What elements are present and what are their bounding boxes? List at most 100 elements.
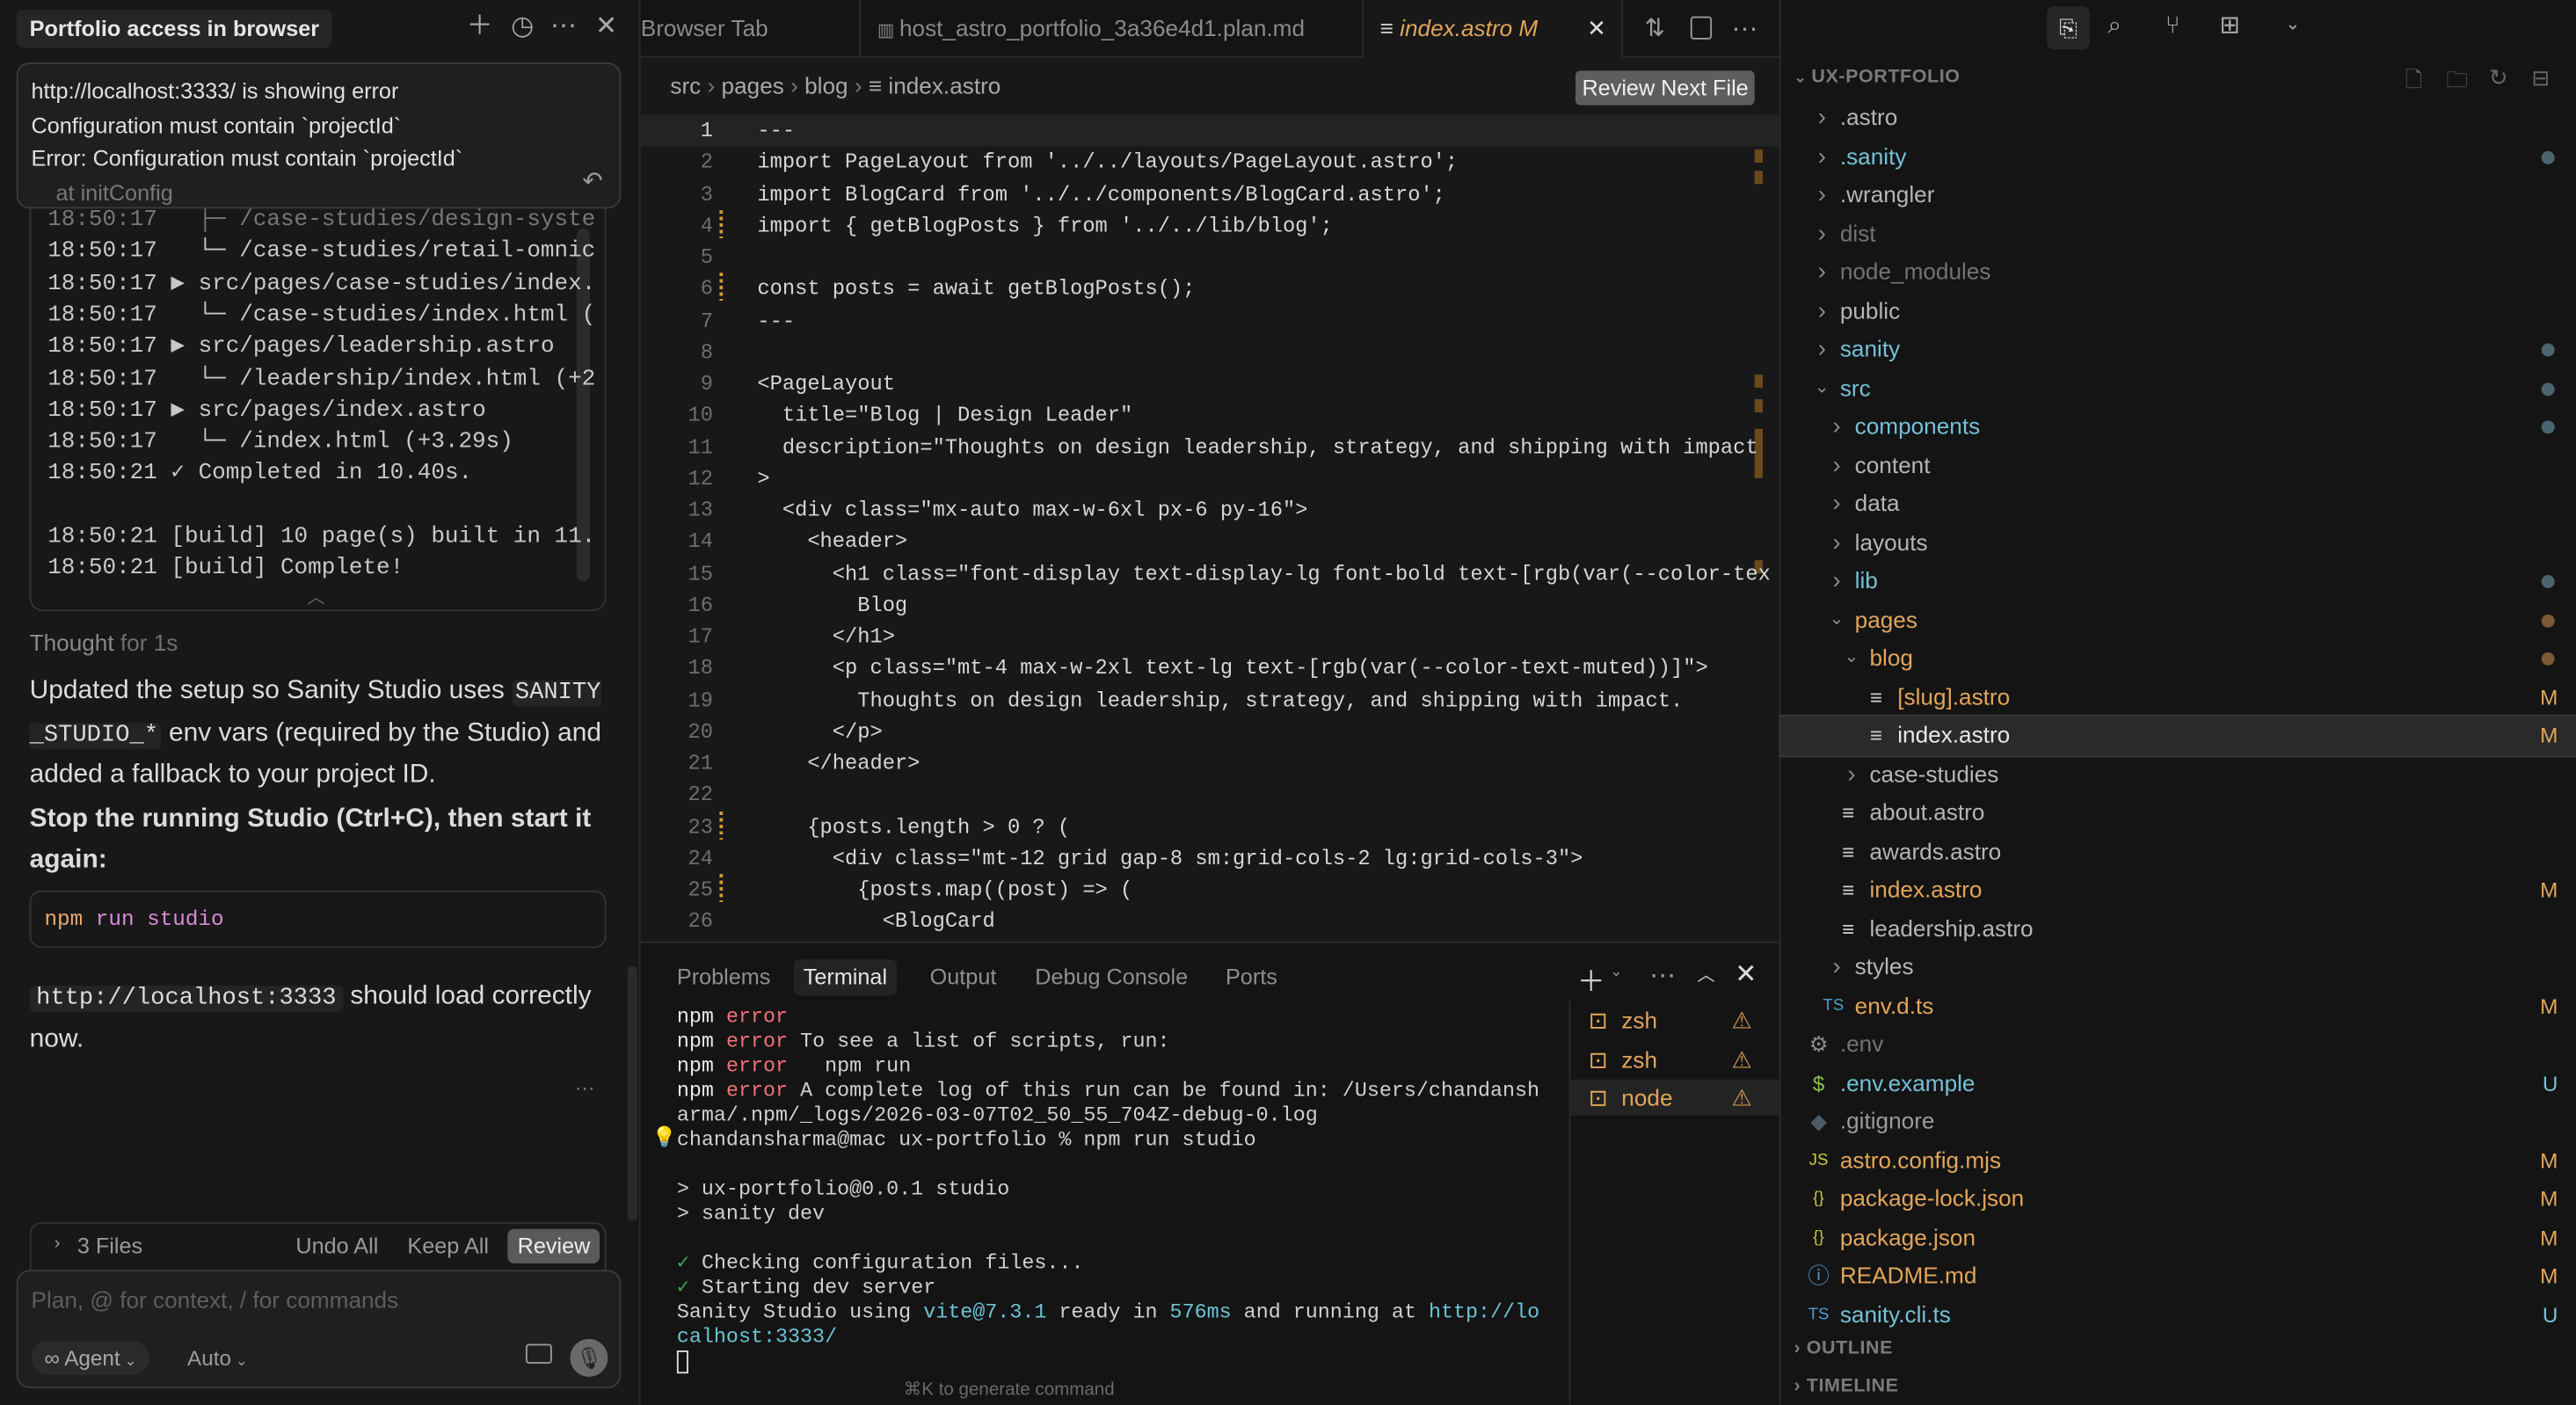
review-next-file-button[interactable]: Review Next File <box>1575 70 1756 106</box>
line-number: 24 <box>688 845 713 870</box>
collapse-chevron-icon[interactable]: ︿ <box>307 583 325 609</box>
explorer-root-header[interactable]: ⌄ UX-PORTFOLIO <box>1794 68 1961 87</box>
close-panel-icon[interactable]: ✕ <box>1735 957 1757 990</box>
file-tree-item[interactable]: TS sanity.cli.ts U <box>1781 1295 2576 1334</box>
file-tree-item[interactable]: › node_modules <box>1781 253 2576 292</box>
code-text: </h1> <box>757 624 895 650</box>
file-tree-item[interactable]: ≡ awards.astro <box>1781 832 2576 870</box>
files-count[interactable]: 3 Files <box>77 1234 142 1258</box>
maximize-panel-icon[interactable]: ︿ <box>1697 961 1715 987</box>
close-icon[interactable]: ✕ <box>592 13 622 43</box>
more-actions-icon[interactable]: ⋯ <box>1732 13 1758 46</box>
line-number: 21 <box>688 750 713 775</box>
new-terminal-icon[interactable]: ＋ <box>1577 957 1605 999</box>
code-block[interactable]: npm run studio <box>29 890 607 949</box>
revert-icon[interactable]: ↶ <box>582 166 603 200</box>
code-line: 5 <box>641 242 1779 273</box>
files-icon[interactable]: ⎘ <box>2047 6 2090 50</box>
tab-output[interactable]: Output <box>920 959 1006 995</box>
file-tree-item[interactable]: › sanity <box>1781 331 2576 369</box>
terminal-instance[interactable]: ⊡ zsh ⚠ <box>1570 1041 1780 1077</box>
file-tree-item[interactable]: › styles <box>1781 948 2576 986</box>
file-tree-item[interactable]: › components <box>1781 407 2576 446</box>
tab-index-astro[interactable]: ≡ index.astro M ✕ <box>1363 0 1624 60</box>
close-tab-icon[interactable]: ✕ <box>1587 0 1606 57</box>
file-tree-item[interactable]: ≡ leadership.astro <box>1781 909 2576 948</box>
tab-plan-md[interactable]: ▥ host_astro_portfolio_3a36e4d1.plan.md <box>861 0 1364 58</box>
search-icon[interactable]: ⌕ <box>2107 11 2121 40</box>
chevron-down-icon[interactable]: ⌄ <box>2285 13 2300 34</box>
new-folder-icon[interactable]: 🗀 <box>2446 66 2467 102</box>
line-number: 4 <box>700 213 713 238</box>
code-line: 19 Thoughts on design leadership, strate… <box>641 684 1779 716</box>
file-tree-item[interactable]: ⌄ pages <box>1781 601 2576 639</box>
tab-terminal[interactable]: Terminal <box>793 959 898 996</box>
chat-scrollbar[interactable] <box>627 965 638 1221</box>
file-tree-item[interactable]: ⌄ src <box>1781 369 2576 408</box>
file-tree-item[interactable]: › layouts <box>1781 523 2576 562</box>
file-tree-item[interactable]: › lib <box>1781 562 2576 601</box>
tab-problems[interactable]: Problems <box>667 959 781 995</box>
tab-ports[interactable]: Ports <box>1216 959 1287 995</box>
more-icon[interactable]: ⋯ <box>549 13 579 43</box>
collapse-all-icon[interactable]: ⊟ <box>2532 66 2550 92</box>
file-tree-item[interactable]: › data <box>1781 484 2576 523</box>
file-tree-item[interactable]: › .astro <box>1781 98 2576 137</box>
file-tree-item[interactable]: {} package-lock.json M <box>1781 1180 2576 1219</box>
refresh-icon[interactable]: ↻ <box>2489 64 2508 92</box>
expand-chevron-icon[interactable]: › <box>55 1234 61 1253</box>
lightbulb-icon[interactable]: 💡 <box>652 1125 677 1150</box>
model-select[interactable]: Auto ⌄ <box>187 1341 248 1379</box>
plus-icon[interactable]: ＋ <box>465 13 495 43</box>
outline-section[interactable]: › OUTLINE <box>1794 1339 1893 1358</box>
keep-all-button[interactable]: Keep All <box>407 1234 489 1258</box>
compare-changes-icon[interactable]: ⇅ <box>1644 13 1665 43</box>
terminal-instance[interactable]: ⊡ zsh ⚠ <box>1570 1002 1780 1038</box>
message-more-icon[interactable]: ··· <box>575 1076 594 1099</box>
file-tree-item[interactable]: $ .env.example U <box>1781 1064 2576 1103</box>
breadcrumb-item[interactable]: src <box>670 72 701 98</box>
history-icon[interactable]: ◷ <box>507 13 537 43</box>
file-tree-item[interactable]: ⚙ .env <box>1781 1025 2576 1064</box>
file-tree-item[interactable]: ≡ index.astro M <box>1779 714 2576 757</box>
file-tree-item[interactable]: › .wrangler <box>1781 176 2576 215</box>
chat-title-tab[interactable]: Portfolio access in browser <box>16 10 333 48</box>
more-icon[interactable]: ⋯ <box>1649 959 1676 992</box>
file-tree-item[interactable]: ≡ about.astro <box>1781 794 2576 833</box>
file-tree-item[interactable]: › content <box>1781 446 2576 484</box>
code-editor[interactable]: 1 --- 2 import PageLayout from '../../layou… <box>640 113 1779 938</box>
file-tree-item[interactable]: ≡ index.astro M <box>1781 870 2576 909</box>
new-file-icon[interactable]: 🗋 <box>2405 66 2423 102</box>
tab-debug-console[interactable]: Debug Console <box>1025 959 1197 995</box>
file-tree-item[interactable]: › dist <box>1781 215 2576 253</box>
file-tree-item[interactable]: TS env.d.ts M <box>1781 986 2576 1025</box>
terminal-output[interactable]: 💡 npm error npm error To see a list of sc… <box>641 1002 1561 1396</box>
image-icon[interactable] <box>525 1343 552 1364</box>
undo-all-button[interactable]: Undo All <box>295 1234 378 1258</box>
microphone-icon[interactable]: 🎙 <box>570 1338 608 1377</box>
user-message-card[interactable]: http://localhost:3333/ is showing error … <box>16 62 622 209</box>
chat-input[interactable]: Plan, @ for context, / for commands ∞ Ag… <box>16 1270 622 1388</box>
tab-browser[interactable]: Browser Tab <box>624 0 862 58</box>
source-control-icon[interactable]: ⑂ <box>2165 11 2180 40</box>
file-tree-item[interactable]: ⓘ README.md M <box>1781 1256 2576 1295</box>
breadcrumb-item[interactable]: index.astro <box>888 72 1001 98</box>
file-tree-item[interactable]: {} package.json M <box>1781 1219 2576 1257</box>
file-tree-item[interactable]: › public <box>1781 292 2576 331</box>
file-tree-item[interactable]: ≡ [slug].astro M <box>1781 678 2576 717</box>
file-tree-item[interactable]: ⌄ blog <box>1781 639 2576 678</box>
breadcrumb-item[interactable]: pages <box>722 72 784 98</box>
file-tree-item[interactable]: › .sanity <box>1781 137 2576 176</box>
file-tree-item[interactable]: JS astro.config.mjs M <box>1781 1141 2576 1180</box>
thought-indicator[interactable]: Thought for 1s <box>30 630 178 656</box>
split-editor-icon[interactable] <box>1690 16 1713 40</box>
review-button[interactable]: Review <box>507 1228 600 1263</box>
file-tree-item[interactable]: › case-studies <box>1781 755 2576 794</box>
agent-mode-select[interactable]: ∞ Agent ⌄ <box>31 1340 150 1376</box>
extensions-icon[interactable]: ⊞ <box>2219 10 2240 40</box>
file-tree-item[interactable]: ◆ .gitignore <box>1781 1103 2576 1141</box>
terminal-instance[interactable]: ⊡ node ⚠ <box>1570 1079 1781 1116</box>
timeline-section[interactable]: › TIMELINE <box>1794 1377 1899 1396</box>
breadcrumb-item[interactable]: blog <box>804 72 848 98</box>
chevron-down-icon[interactable]: ⌄ <box>1610 963 1622 981</box>
